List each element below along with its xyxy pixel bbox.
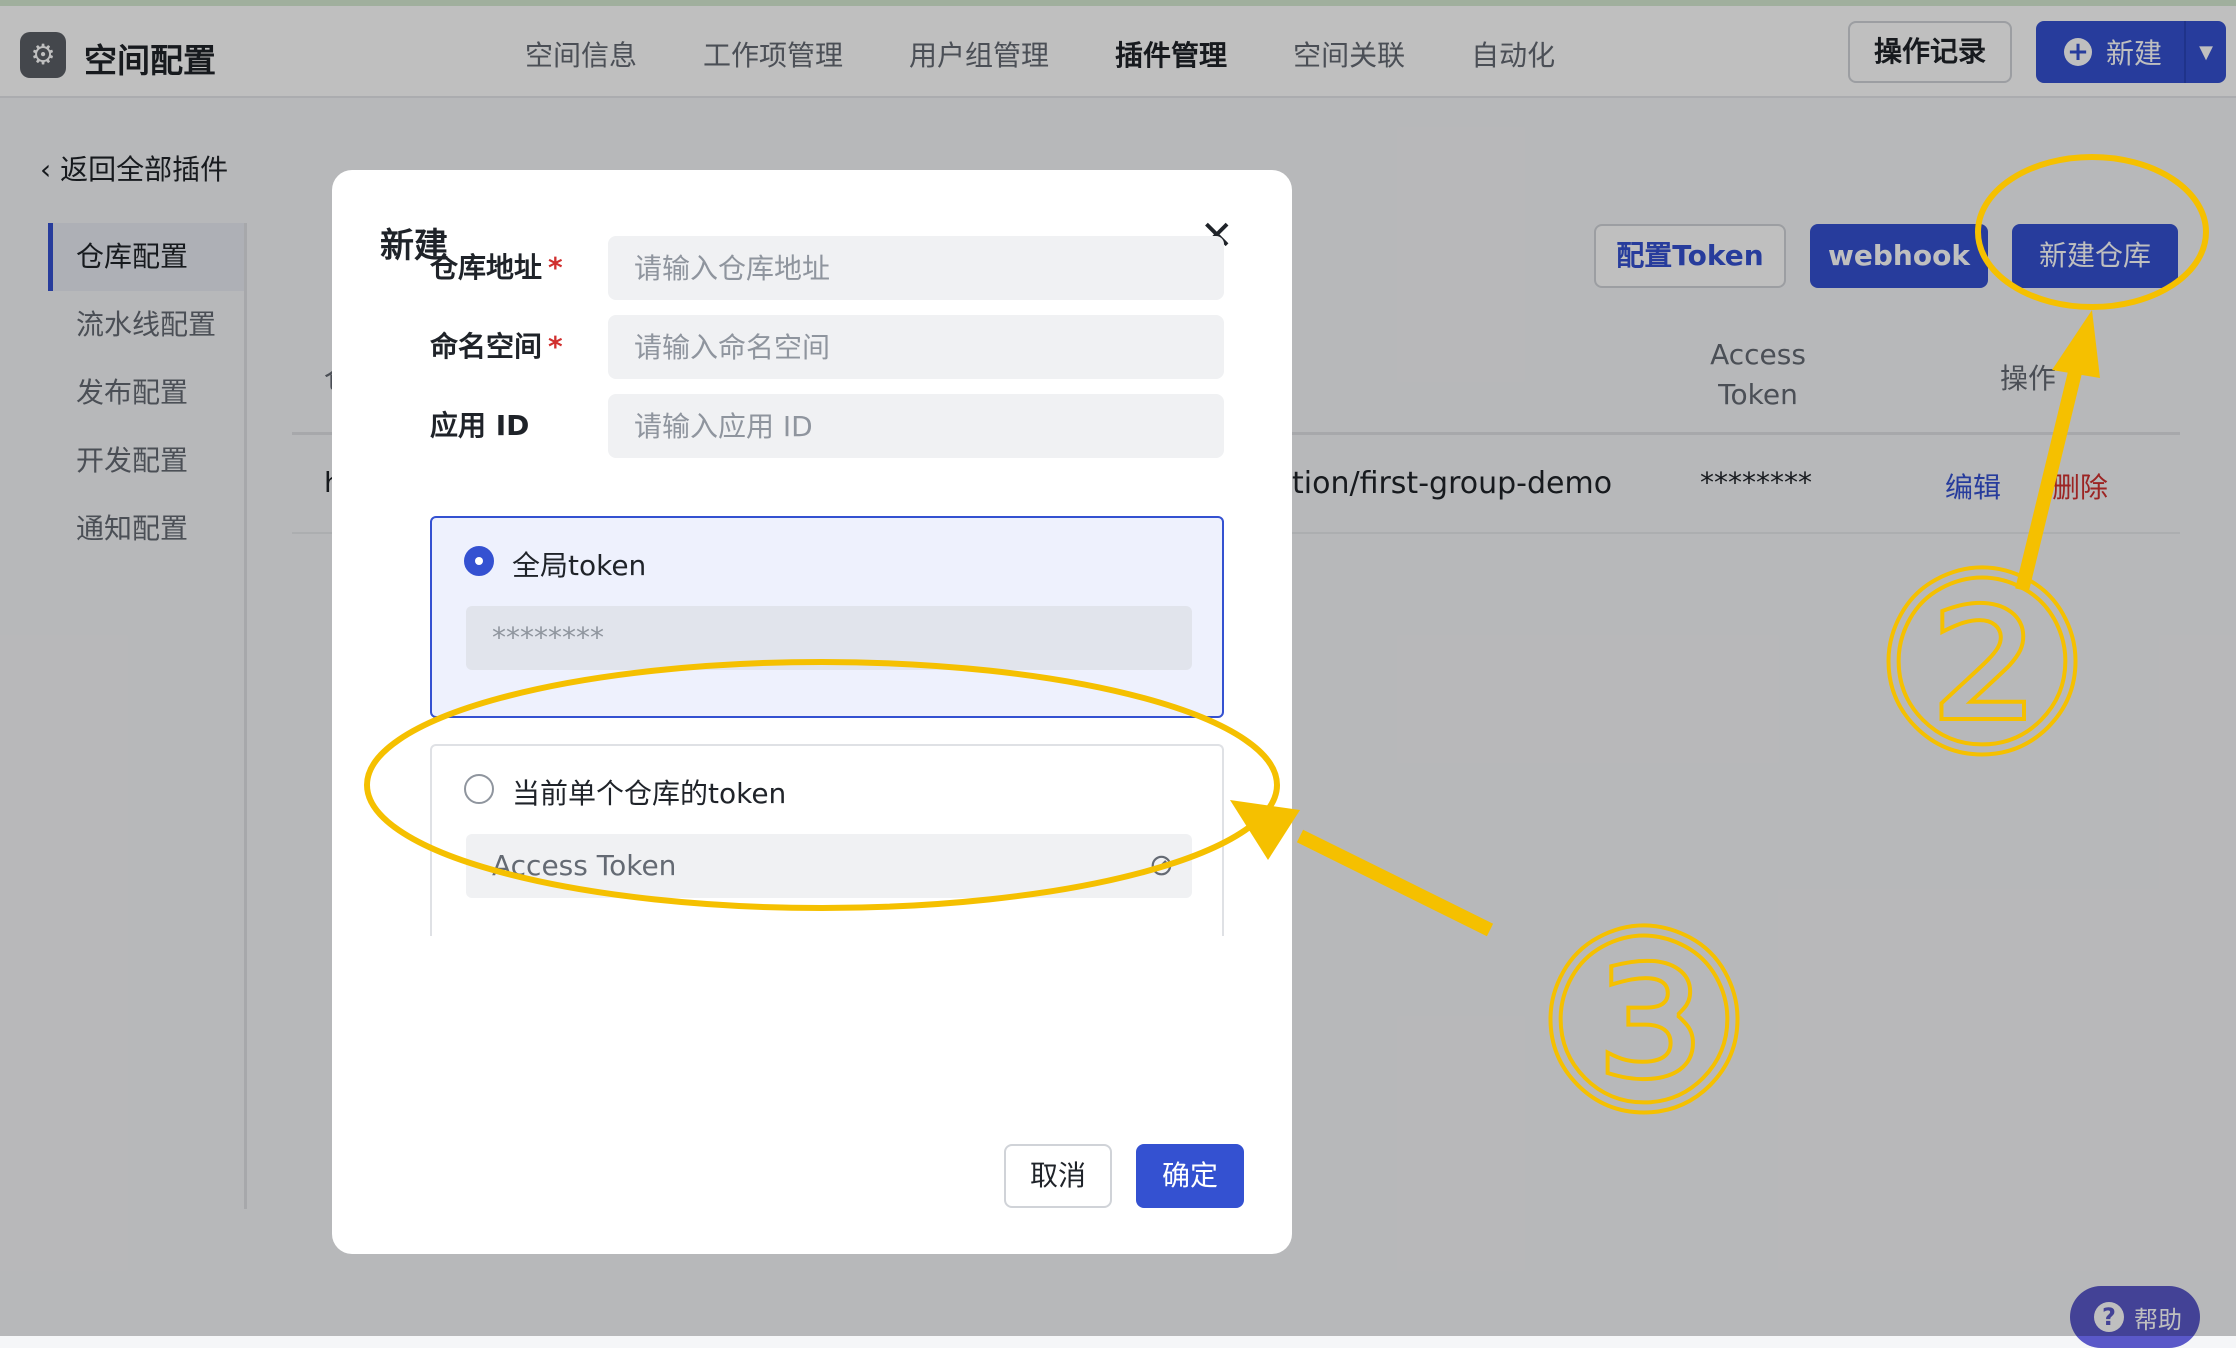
annotation-arrow-2-head (2052, 310, 2100, 378)
annotation-layer: ② ③ (364, 154, 2209, 1171)
annotation-circle-new-repo (1975, 154, 2209, 310)
annotation-arrow-3-line (1296, 829, 1494, 937)
annotation-step-3: ③ (1532, 878, 1756, 1169)
annotation-step-2: ② (1870, 520, 2094, 811)
annotation-circle-global-token (364, 659, 1280, 911)
